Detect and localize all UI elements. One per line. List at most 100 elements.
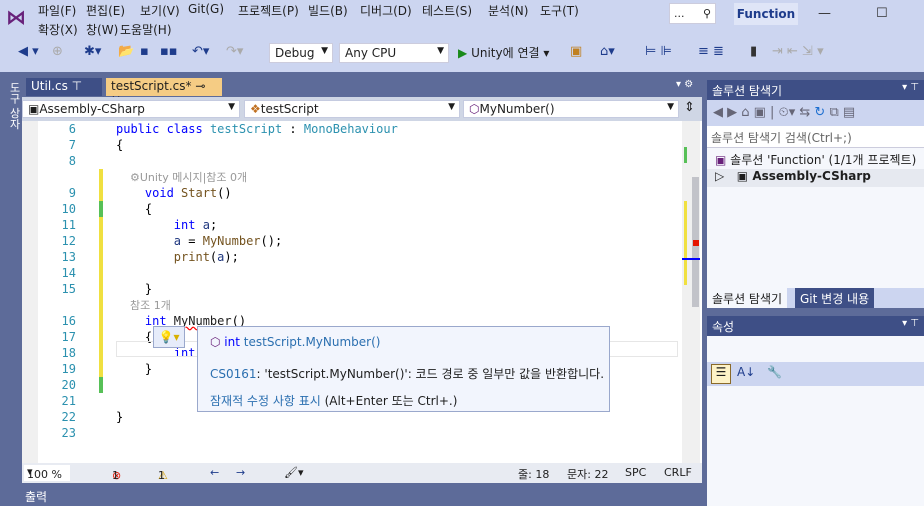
back-icon[interactable]: ◀ ▾: [18, 44, 39, 59]
code-line[interactable]: 8: [22, 153, 702, 169]
line-number: 8: [68, 154, 76, 168]
save-icon[interactable]: ▪: [140, 44, 149, 59]
tab-overflow-icon[interactable]: ▾ ⚙: [676, 79, 693, 90]
menu-item[interactable]: 프로젝트(P): [238, 2, 299, 19]
indent-icon[interactable]: ⊨ ⊫: [645, 44, 672, 59]
search-placeholder: 솔루션 탐색기 검색(Ctrl+;): [711, 131, 852, 145]
code-line[interactable]: 7{: [22, 137, 702, 153]
change-marker: [99, 185, 103, 201]
menu-item[interactable]: 분석(N): [488, 2, 528, 19]
new-item-icon[interactable]: ✱▾: [84, 44, 101, 59]
code-line[interactable]: 11 int a;: [22, 217, 702, 233]
line-number: 16: [61, 314, 76, 328]
search-box[interactable]: ... ⚲: [669, 3, 716, 24]
nav-forward-icon[interactable]: →: [236, 466, 245, 479]
title-menu-bar: ⋈ 파일(F) 편집(E) 보기(V) Git(G) 프로젝트(P) 빌드(B) 디버그(D…: [0, 0, 924, 72]
member-dropdown[interactable]: ⬡MyNumber() ▼: [463, 100, 679, 118]
menu-item[interactable]: 편집(E): [86, 2, 125, 19]
menu-item[interactable]: 빌드(B): [308, 2, 348, 19]
tab-testscript-cs[interactable]: testScript.cs* ⊸ ✕: [106, 78, 222, 107]
code-token: a: [116, 234, 182, 248]
zoom-value: 100 %: [27, 468, 62, 481]
forward-icon[interactable]: ⊕: [52, 44, 63, 59]
minimize-button[interactable]: —: [818, 6, 831, 21]
change-marker: [99, 249, 103, 265]
tab-git-changes[interactable]: Git 변경 내용: [795, 288, 875, 308]
project-node[interactable]: ▷ ▣ Assembly-CSharp: [707, 169, 924, 187]
menu-item[interactable]: 보기(V): [140, 2, 180, 19]
code-line[interactable]: 10 {: [22, 201, 702, 217]
run-button[interactable]: ▶ Unity에 연결 ▾: [458, 44, 549, 61]
code-line[interactable]: 9 void Start(): [22, 185, 702, 201]
save-all-icon[interactable]: ▪▪: [160, 44, 178, 59]
class-dropdown[interactable]: ❖testScript ▼: [244, 100, 460, 118]
line-number: 줄: 18: [518, 468, 550, 481]
code-line[interactable]: 참조 1개: [22, 297, 702, 313]
solution-root-node[interactable]: ▣ 솔루션 'Function' (1/1개 프로젝트): [707, 151, 924, 169]
split-icon[interactable]: ⇕: [684, 100, 695, 115]
code-line[interactable]: 12 a = MyNumber();: [22, 233, 702, 249]
menu-item[interactable]: 창(W): [86, 21, 118, 38]
comment-icon[interactable]: ≡ ≣: [698, 44, 724, 59]
line-ending[interactable]: CRLF: [664, 466, 692, 479]
config-dropdown[interactable]: Debug ▼: [269, 43, 333, 63]
menu-item[interactable]: 확장(X): [38, 21, 78, 38]
project-dropdown[interactable]: ▣Assembly-CSharp ▼: [22, 100, 240, 118]
code-line[interactable]: 13 print(a);: [22, 249, 702, 265]
code-token: MyNumber: [202, 234, 261, 248]
solution-search-input[interactable]: 솔루션 탐색기 검색(Ctrl+;): [707, 126, 924, 148]
lightbulb-button[interactable]: 💡▾: [153, 326, 185, 348]
pin-icon[interactable]: ▾ ⊤: [902, 318, 919, 329]
toolbox-strip[interactable]: 도구 상자: [0, 78, 22, 158]
pin-icon[interactable]: ⊸: [195, 79, 205, 93]
maximize-button[interactable]: ☐: [876, 6, 888, 21]
solution-toolbar-icons[interactable]: ◀ ▶ ⌂ ▣ | ⏲▾ ⇆ ↻ ⧉ ▤: [713, 105, 855, 120]
code-line[interactable]: ⚙Unity 메시지|참조 0개: [22, 169, 702, 185]
caret-marker: [682, 258, 700, 260]
tab-util-cs[interactable]: Util.cs ⊤: [26, 78, 102, 96]
menu-item[interactable]: Git(G): [188, 2, 224, 16]
home-icon[interactable]: ⌂▾: [600, 44, 615, 59]
line-number: 21: [61, 394, 76, 408]
alphabetical-icon[interactable]: A↓: [737, 365, 755, 379]
tab-solution-explorer[interactable]: 솔루션 탐색기: [707, 288, 788, 308]
whitespace-mode[interactable]: SPC: [625, 466, 646, 479]
codelens[interactable]: ⚙Unity 메시지|참조 0개: [116, 171, 247, 184]
code-token: print: [116, 250, 210, 264]
brush-icon[interactable]: 🖌▾: [284, 466, 304, 479]
error-code-link[interactable]: CS0161: [210, 367, 257, 381]
error-marker: [693, 240, 699, 246]
zoom-dropdown[interactable]: 100 % ▾: [24, 465, 70, 481]
bookmark-icon[interactable]: ▮: [750, 44, 757, 59]
redo-icon[interactable]: ↷▾: [226, 44, 243, 59]
code-line[interactable]: 14: [22, 265, 702, 281]
pin-icon[interactable]: ▾ ⊤: [902, 82, 919, 93]
platform-dropdown[interactable]: Any CPU ▼: [339, 43, 449, 63]
menu-item[interactable]: 파일(F): [38, 2, 76, 19]
line-number: 7: [68, 138, 76, 152]
panel-title: 솔루션 탐색기: [712, 84, 783, 98]
menu-item[interactable]: 디버그(D): [360, 2, 412, 19]
categorized-icon[interactable]: ☰: [711, 364, 731, 384]
show-fixes-link[interactable]: 잠재적 수정 사항 표시: [210, 394, 321, 408]
pin-icon[interactable]: ⊤: [72, 79, 82, 93]
undo-icon[interactable]: ↶▾: [192, 44, 209, 59]
codelens[interactable]: 참조 1개: [116, 299, 171, 312]
solution-explorer: 솔루션 탐색기 ▾ ⊤ ◀ ▶ ⌂ ▣ | ⏲▾ ⇆ ↻ ⧉ ▤ 솔루션 탐색기 …: [707, 80, 924, 308]
menu-item[interactable]: 도구(T): [540, 2, 579, 19]
bookmark-nav-icons[interactable]: ⇥ ⇤ ⇲ ▾: [772, 44, 824, 59]
browse-icon[interactable]: ▣: [570, 44, 582, 59]
menu-item[interactable]: 테스트(S): [422, 2, 472, 19]
vertical-scrollbar[interactable]: [682, 121, 700, 463]
nav-back-icon[interactable]: ←: [210, 466, 219, 479]
code-line[interactable]: 6 public class testScript : MonoBehaviour: [22, 121, 702, 137]
output-tab[interactable]: 출력: [25, 488, 47, 505]
code-line[interactable]: 15 }: [22, 281, 702, 297]
code-line[interactable]: 23: [22, 425, 702, 441]
property-pages-icon[interactable]: 🔧: [767, 365, 782, 379]
expand-icon[interactable]: ▷: [715, 169, 724, 183]
menu-item[interactable]: 도움말(H): [120, 21, 172, 38]
solution-toolbar: ◀ ▶ ⌂ ▣ | ⏲▾ ⇆ ↻ ⧉ ▤: [707, 100, 924, 126]
open-folder-icon[interactable]: 📂: [118, 44, 134, 59]
search-icon: ⚲: [702, 7, 711, 20]
